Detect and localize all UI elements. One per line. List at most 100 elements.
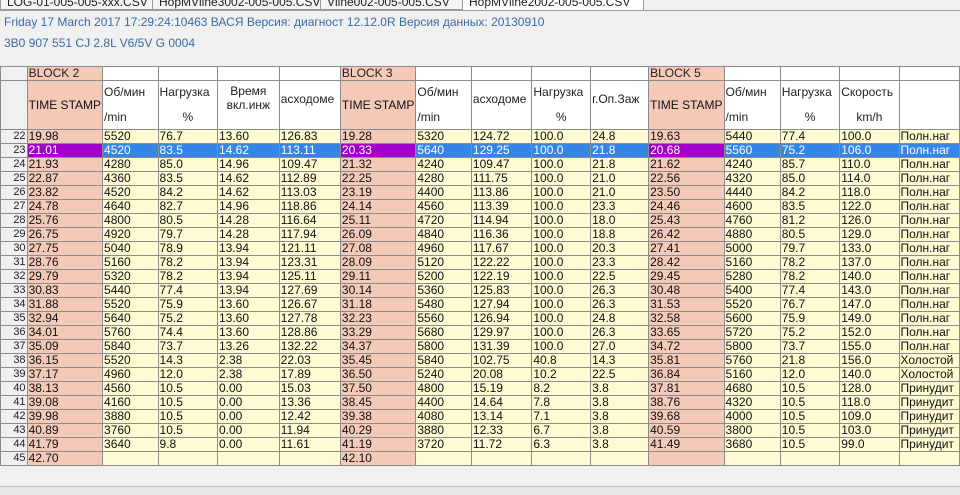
table-cell[interactable]: 100.0 (531, 297, 592, 312)
table-cell[interactable]: 0.00 (217, 437, 280, 452)
table-cell[interactable]: 149.0 (839, 311, 900, 326)
table-cell[interactable]: 15.03 (278, 381, 341, 396)
table-cell[interactable]: 78.2 (779, 255, 841, 270)
table-cell[interactable]: 4920 (102, 227, 159, 242)
table-cell[interactable]: 121.11 (278, 241, 341, 256)
table-cell[interactable]: 78.2 (157, 269, 219, 284)
table-cell[interactable]: 18.0 (590, 213, 650, 228)
table-cell[interactable]: 10.5 (157, 381, 219, 396)
table-cell[interactable]: 4240 (415, 157, 472, 172)
table-cell[interactable]: 4840 (415, 227, 472, 242)
table-row[interactable]: 28 25.76 4800 80.5 14.28 116.64 25.11 4720 114.9… (0, 213, 960, 228)
table-cell[interactable]: 114.0 (839, 171, 900, 186)
time-cell[interactable]: 37.17 (26, 367, 104, 382)
table-cell[interactable]: 3880 (415, 423, 472, 438)
time-cell[interactable]: 25.76 (26, 213, 104, 228)
table-cell[interactable]: 123.31 (278, 255, 341, 270)
time-cell[interactable]: 26.42 (648, 227, 725, 242)
time-cell[interactable]: 24.46 (648, 199, 725, 214)
table-cell[interactable]: Полн.наг (898, 241, 960, 256)
table-row[interactable]: 35 32.94 5640 75.2 13.60 127.78 32.23 5560 126.9… (0, 311, 960, 326)
table-cell[interactable]: 147.0 (839, 297, 900, 312)
time-cell[interactable]: 23.19 (339, 185, 417, 200)
table-cell[interactable]: 83.5 (157, 143, 219, 158)
table-cell[interactable]: 100.0 (531, 283, 592, 298)
table-cell[interactable]: Холостой (898, 353, 960, 368)
table-cell[interactable]: 0.00 (217, 423, 280, 438)
table-cell[interactable]: 122.22 (470, 255, 533, 270)
time-cell[interactable]: 22.87 (26, 171, 104, 186)
table-cell[interactable]: 5280 (723, 269, 781, 284)
time-cell[interactable]: 39.08 (26, 395, 104, 410)
table-cell[interactable]: 4400 (415, 395, 472, 410)
table-cell[interactable]: 7.1 (531, 409, 592, 424)
table-cell[interactable]: 14.64 (470, 395, 533, 410)
table-cell[interactable]: 18.8 (590, 227, 650, 242)
time-cell[interactable] (648, 451, 725, 466)
table-row[interactable]: 36 34.01 5760 74.4 13.60 128.86 33.29 5680 129.9… (0, 325, 960, 340)
table-cell[interactable] (779, 451, 841, 466)
time-cell[interactable]: 21.62 (648, 157, 725, 172)
table-cell[interactable]: 4320 (723, 395, 781, 410)
table-row[interactable]: 27 24.78 4640 82.7 14.96 118.86 24.14 4560 113.3… (0, 199, 960, 214)
table-cell[interactable]: 4720 (415, 213, 472, 228)
table-cell[interactable]: 76.7 (779, 297, 841, 312)
table-cell[interactable]: 100.0 (839, 129, 900, 144)
table-cell[interactable]: 127.69 (278, 283, 341, 298)
table-cell[interactable] (590, 451, 650, 466)
table-cell[interactable]: 100.0 (531, 213, 592, 228)
time-cell[interactable]: 41.49 (648, 437, 725, 452)
table-cell[interactable]: 100.0 (531, 311, 592, 326)
table-cell[interactable]: 14.62 (217, 171, 280, 186)
table-row[interactable]: 38 36.15 5520 14.3 2.38 22.03 35.45 5840 102.75 4… (0, 353, 960, 368)
table-cell[interactable]: 14.96 (217, 199, 280, 214)
time-cell[interactable]: 39.38 (339, 409, 417, 424)
time-cell[interactable]: 21.01 (26, 143, 104, 158)
table-cell[interactable]: 126.67 (278, 297, 341, 312)
table-cell[interactable]: 156.0 (839, 353, 900, 368)
table-cell[interactable]: 11.61 (278, 437, 341, 452)
table-cell[interactable]: 5520 (102, 297, 159, 312)
column-header[interactable]: Нагрузка% (531, 80, 592, 130)
table-cell[interactable]: 129.97 (470, 325, 533, 340)
table-cell[interactable]: 75.2 (779, 143, 841, 158)
table-cell[interactable]: 126.83 (278, 129, 341, 144)
table-cell[interactable]: 21.0 (590, 171, 650, 186)
time-cell[interactable]: 31.53 (648, 297, 725, 312)
time-cell[interactable]: 21.32 (339, 157, 417, 172)
time-cell[interactable]: 39.98 (26, 409, 104, 424)
table-cell[interactable]: 13.60 (217, 129, 280, 144)
table-cell[interactable]: 14.28 (217, 227, 280, 242)
time-cell[interactable]: 40.89 (26, 423, 104, 438)
table-cell[interactable]: 132.22 (278, 339, 341, 354)
time-cell[interactable]: 26.75 (26, 227, 104, 242)
table-cell[interactable]: 4640 (102, 199, 159, 214)
table-cell[interactable]: 112.89 (278, 171, 341, 186)
table-cell[interactable]: 77.4 (779, 129, 841, 144)
table-cell[interactable]: 4280 (415, 171, 472, 186)
table-cell[interactable]: 116.64 (278, 213, 341, 228)
table-cell[interactable]: 113.11 (278, 143, 341, 158)
table-cell[interactable]: 152.0 (839, 325, 900, 340)
table-cell[interactable]: 127.94 (470, 297, 533, 312)
table-cell[interactable]: 0.00 (217, 409, 280, 424)
table-cell[interactable]: 85.7 (779, 157, 841, 172)
time-cell[interactable]: 37.50 (339, 381, 417, 396)
table-cell[interactable]: 21.0 (590, 185, 650, 200)
table-cell[interactable]: 5760 (102, 325, 159, 340)
table-cell[interactable]: 5800 (723, 339, 781, 354)
column-header[interactable]: г.Оп.Заж (590, 80, 650, 130)
table-cell[interactable]: 113.03 (278, 185, 341, 200)
table-cell[interactable]: 5240 (415, 367, 472, 382)
table-cell[interactable]: 109.0 (839, 409, 900, 424)
table-cell[interactable]: 4760 (723, 213, 781, 228)
table-cell[interactable]: Принудит (898, 395, 960, 410)
table-cell[interactable]: 75.2 (779, 325, 841, 340)
table-cell[interactable]: 5560 (415, 311, 472, 326)
table-cell[interactable]: 4320 (723, 171, 781, 186)
table-cell[interactable]: 13.60 (217, 325, 280, 340)
time-cell[interactable]: 31.18 (339, 297, 417, 312)
table-cell[interactable]: 10.5 (779, 409, 841, 424)
table-cell[interactable]: 9.8 (157, 437, 219, 452)
table-cell[interactable]: 77.4 (157, 283, 219, 298)
